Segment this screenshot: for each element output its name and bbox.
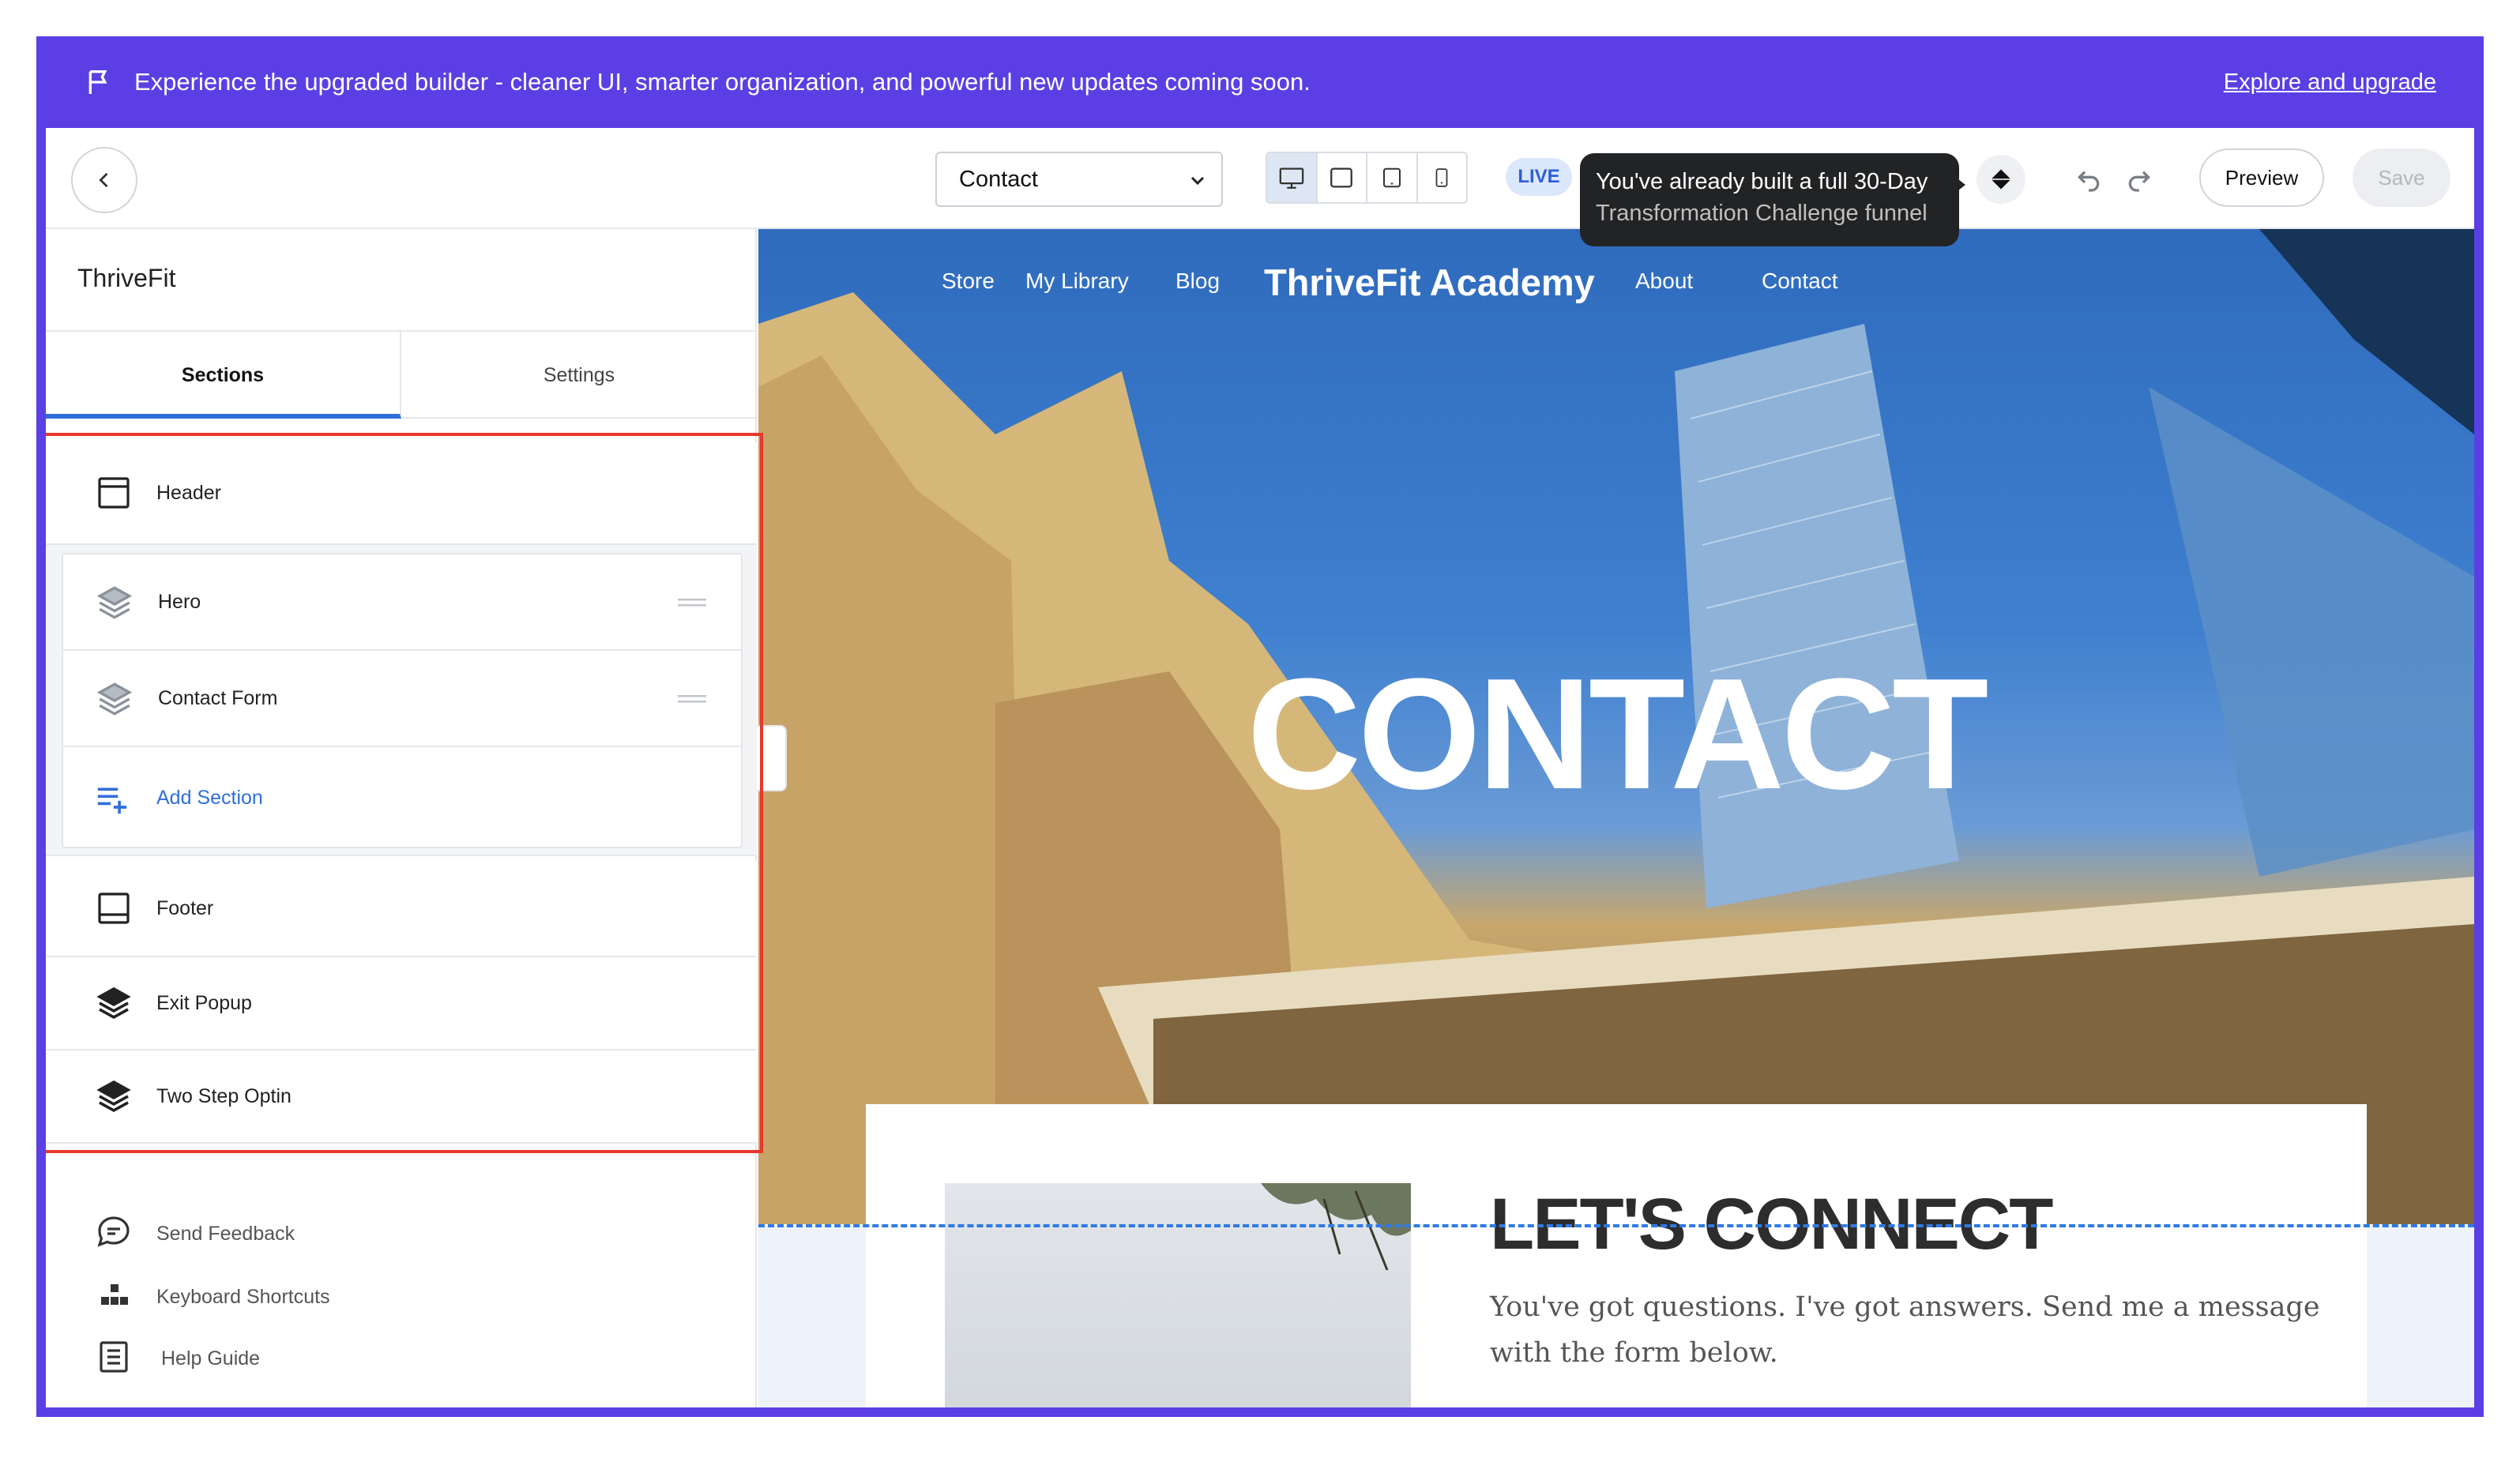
contact-card-image	[945, 1183, 1411, 1407]
tablet-landscape-icon	[1330, 167, 1353, 188]
tablet-icon	[1382, 167, 1401, 188]
tooltip-line-1: You've already built a full 30-Day	[1596, 169, 1928, 194]
nav-item-contact[interactable]: Contact	[1762, 269, 1838, 294]
explore-upgrade-link[interactable]: Explore and upgrade	[2224, 66, 2436, 98]
section-row-hero[interactable]: Hero	[63, 554, 741, 651]
nav-item-store[interactable]: Store	[942, 269, 995, 294]
undo-icon[interactable]	[2073, 163, 2104, 194]
builder-app: Contact LIVE You've already built a full…	[46, 128, 2474, 1407]
footer-layout-icon	[98, 892, 130, 924]
page-select[interactable]: Contact	[935, 152, 1223, 207]
sidebar-collapse-handle[interactable]	[757, 725, 787, 791]
section-label-contact-form: Contact Form	[158, 687, 278, 709]
sections-sidebar: ThriveFit Sections Settings Header Hero …	[46, 229, 763, 1407]
tooltip-line-2: Transformation Challenge funnel	[1596, 201, 1928, 226]
site-brand-name: ThriveFit	[77, 264, 176, 292]
tooltip: You've already built a full 30-Day Trans…	[1580, 153, 1959, 246]
mobile-view-button[interactable]	[1418, 153, 1467, 202]
document-icon	[100, 1341, 128, 1373]
upgrade-banner: Experience the upgraded builder - cleane…	[36, 36, 2484, 128]
nav-item-about[interactable]: About	[1635, 269, 1693, 294]
sidebar-tabs: Sections Settings	[46, 330, 757, 419]
keyboard-keys-icon	[101, 1284, 128, 1305]
section-label-footer: Footer	[156, 897, 214, 919]
tooltip-tail	[1951, 174, 1965, 196]
chat-bubble-icon	[97, 1216, 130, 1247]
top-toolbar: Contact LIVE You've already built a full…	[46, 128, 2474, 246]
section-label-exit-popup: Exit Popup	[156, 992, 252, 1014]
section-row-contact-form[interactable]: Contact Form	[63, 651, 741, 747]
layers-icon	[96, 986, 131, 1020]
layers-icon	[96, 586, 133, 619]
desktop-icon	[1279, 167, 1304, 189]
site-logo[interactable]: ThriveFit Academy	[1264, 261, 1595, 304]
redo-icon[interactable]	[2123, 163, 2155, 194]
section-row-exit-popup[interactable]: Exit Popup	[46, 957, 757, 1050]
add-section-button[interactable]: Add Section	[63, 749, 741, 847]
laptop-view-button[interactable]	[1318, 153, 1367, 202]
back-button[interactable]	[71, 147, 137, 213]
tab-settings[interactable]: Settings	[401, 332, 757, 419]
section-row-two-step-optin[interactable]: Two Step Optin	[46, 1050, 757, 1144]
mobile-icon	[1435, 168, 1448, 187]
device-switcher	[1266, 152, 1468, 204]
body-sections-group: Hero Contact Form Add Section	[62, 553, 743, 848]
header-layout-icon	[98, 477, 130, 509]
desktop-view-button[interactable]	[1267, 153, 1318, 202]
diamond-icon	[1991, 169, 2011, 190]
tab-sections[interactable]: Sections	[46, 332, 401, 419]
chevron-left-icon	[99, 172, 108, 188]
section-row-footer[interactable]: Footer	[46, 861, 757, 957]
save-button[interactable]: Save	[2353, 148, 2450, 207]
section-row-header[interactable]: Header	[46, 442, 757, 545]
flag-icon	[88, 70, 107, 94]
chevron-down-icon	[1190, 176, 1205, 186]
help-guide-label: Help Guide	[161, 1347, 261, 1370]
preview-button[interactable]: Preview	[2199, 148, 2324, 207]
ai-assistant-button[interactable]	[1977, 155, 2025, 204]
send-feedback-label: Send Feedback	[156, 1223, 295, 1245]
drag-handle-icon[interactable]	[678, 597, 706, 608]
tree-photo	[1261, 1183, 1411, 1271]
keyboard-shortcuts-label: Keyboard Shortcuts	[156, 1286, 330, 1308]
nav-item-blog[interactable]: Blog	[1175, 269, 1220, 294]
layers-icon	[96, 682, 133, 716]
layers-icon	[96, 1080, 131, 1113]
tablet-view-button[interactable]	[1367, 153, 1418, 202]
nav-item-my-library[interactable]: My Library	[1025, 269, 1129, 294]
browser-frame: Experience the upgraded builder - cleane…	[36, 36, 2484, 1417]
contact-card-text: You've got questions. I've got answers. …	[1490, 1291, 2320, 1369]
drag-handle-icon[interactable]	[678, 693, 706, 705]
section-boundary-line	[758, 1224, 2474, 1227]
section-label-two-step-optin: Two Step Optin	[156, 1085, 291, 1107]
add-section-label: Add Section	[156, 787, 263, 809]
hero-section[interactable]: Store My Library Blog ThriveFit Academy …	[758, 229, 2474, 1224]
section-label-hero: Hero	[158, 591, 201, 613]
page-canvas: Store My Library Blog ThriveFit Academy …	[758, 229, 2474, 1407]
section-label-header: Header	[156, 482, 221, 504]
site-navigation: Store My Library Blog ThriveFit Academy …	[758, 261, 2474, 308]
contact-card[interactable]: LET'S CONNECT You've got questions. I've…	[866, 1104, 2367, 1407]
hero-title: CONTACT	[1247, 646, 1989, 822]
playlist-add-icon	[97, 787, 127, 814]
page-select-value: Contact	[959, 167, 1038, 192]
banner-message: Experience the upgraded builder - cleane…	[134, 68, 1311, 96]
live-badge: LIVE	[1506, 158, 1572, 196]
